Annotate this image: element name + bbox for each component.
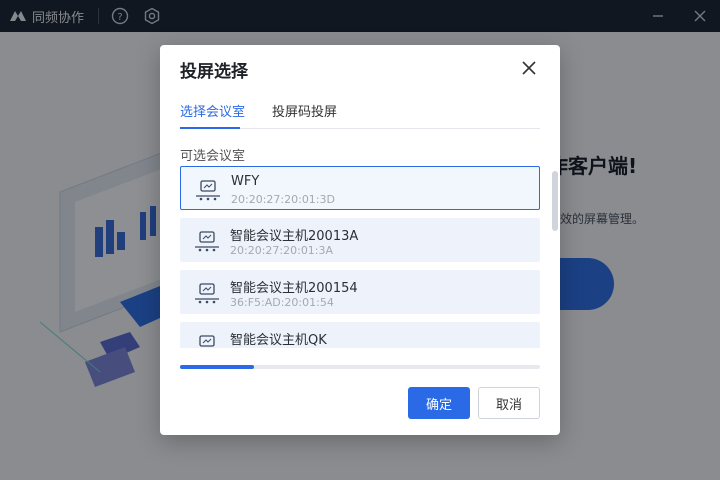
- cast-selection-dialog: 投屏选择 选择会议室 投屏码投屏 可选会议室 WFY 20:20:27:20:0…: [160, 45, 560, 435]
- meeting-room-icon: [195, 283, 219, 304]
- tab-cast-code[interactable]: 投屏码投屏: [272, 101, 337, 120]
- room-name: 智能会议主机200154: [230, 281, 358, 296]
- room-mac: 20:20:27:20:01:3A: [230, 244, 334, 257]
- horizontal-scrollbar[interactable]: [180, 365, 540, 369]
- room-list[interactable]: WFY 20:20:27:20:01:3D 智能会议主机20013A 20:20…: [180, 166, 540, 348]
- room-item[interactable]: 智能会议主机200154 36:F5:AD:20:01:54: [180, 270, 540, 314]
- room-name: WFY: [231, 174, 260, 189]
- cancel-button[interactable]: 取消: [478, 387, 540, 419]
- active-tab-indicator: [180, 127, 240, 129]
- dialog-close-icon[interactable]: [520, 59, 538, 77]
- room-mac: 36:F5:AD:20:01:54: [230, 296, 334, 309]
- tab-select-room[interactable]: 选择会议室: [180, 101, 245, 120]
- section-label: 可选会议室: [180, 149, 246, 164]
- room-name: 智能会议主机QK: [230, 333, 327, 348]
- meeting-room-icon: [199, 335, 215, 347]
- dialog-title: 投屏选择: [180, 62, 248, 82]
- confirm-button[interactable]: 确定: [408, 387, 470, 419]
- dialog-tabs: 选择会议室 投屏码投屏: [180, 99, 540, 129]
- room-item[interactable]: 智能会议主机20013A 20:20:27:20:01:3A: [180, 218, 540, 262]
- room-mac: 20:20:27:20:01:3D: [231, 193, 335, 206]
- meeting-room-icon: [195, 231, 219, 252]
- meeting-room-icon: [196, 180, 220, 201]
- scrollbar-thumb[interactable]: [180, 365, 254, 369]
- vertical-scrollbar[interactable]: [552, 171, 558, 231]
- room-item[interactable]: WFY 20:20:27:20:01:3D: [180, 166, 540, 210]
- room-item[interactable]: 智能会议主机QK: [180, 322, 540, 348]
- room-name: 智能会议主机20013A: [230, 229, 359, 244]
